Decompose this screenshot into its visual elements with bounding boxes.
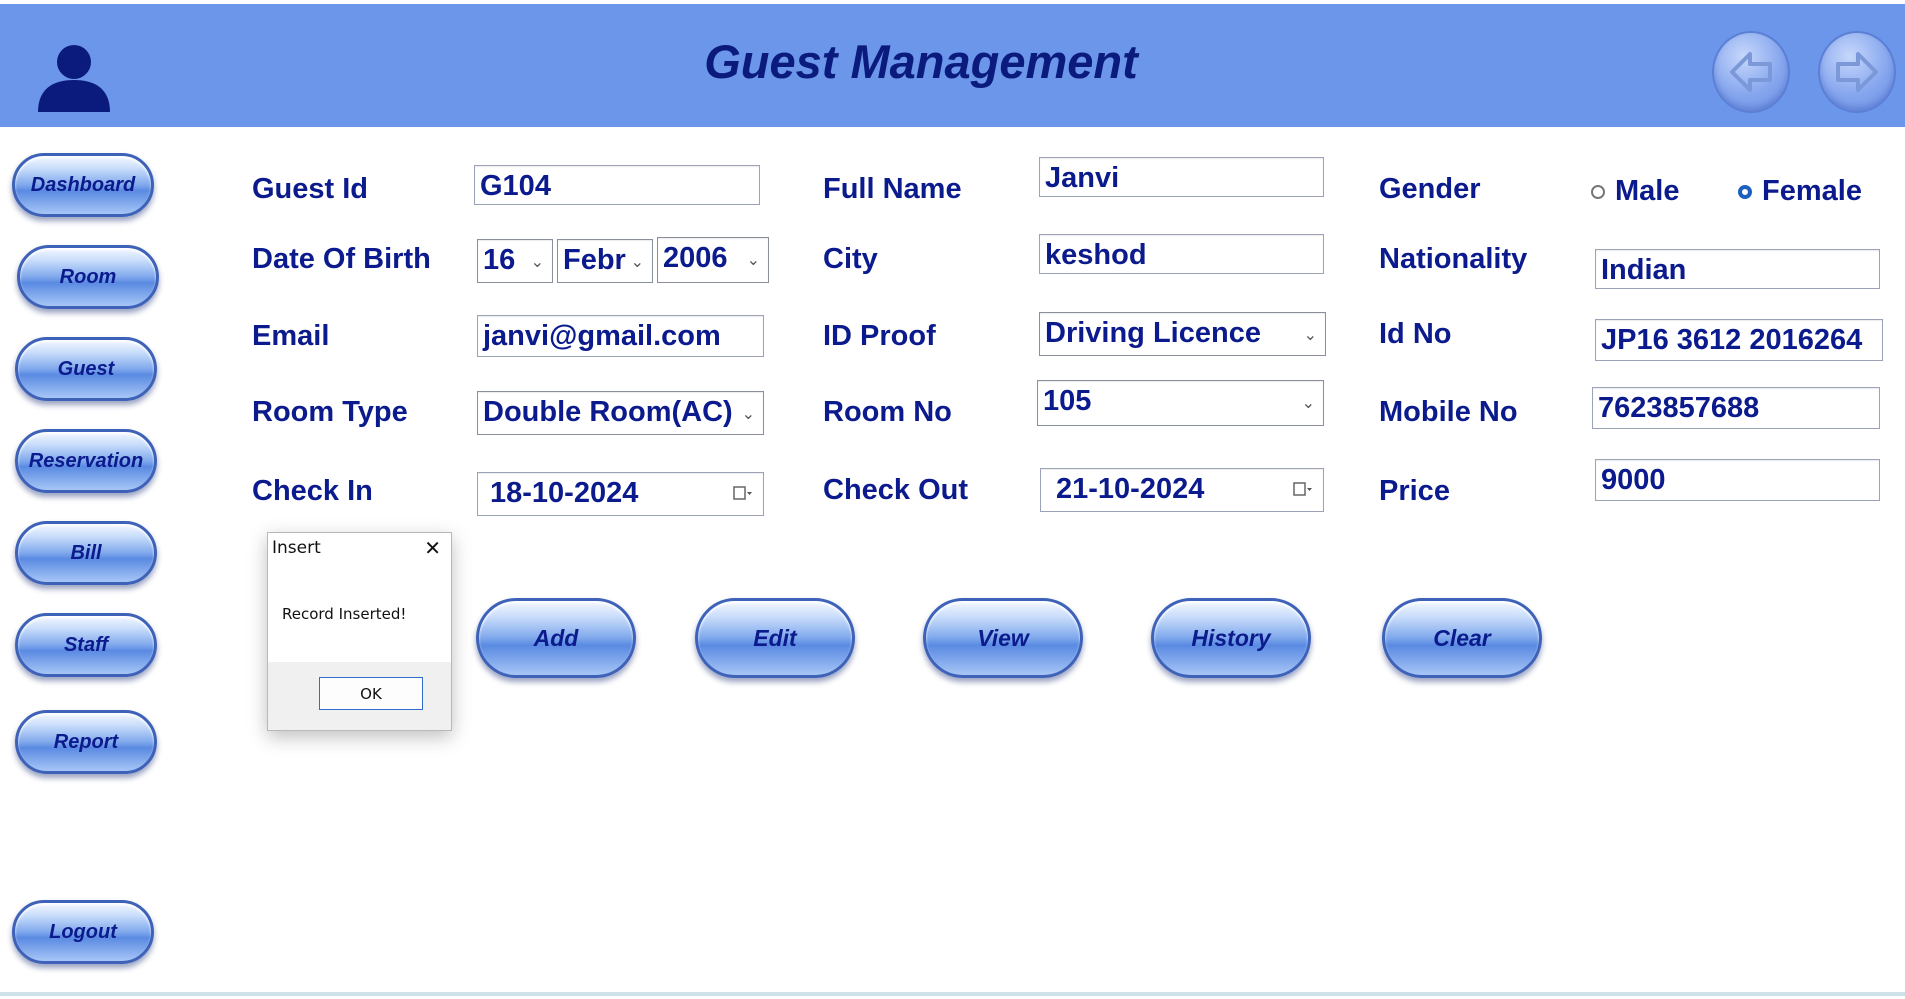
dob-month-select[interactable]: Febr ⌄ xyxy=(557,239,653,283)
nationality-input[interactable]: Indian xyxy=(1595,249,1880,289)
email-label: Email xyxy=(252,320,330,352)
price-input[interactable]: 9000 xyxy=(1595,459,1880,501)
id-no-input[interactable]: JP16 3612 2016264 xyxy=(1595,319,1883,361)
calendar-icon xyxy=(733,486,752,500)
header-bar: Guest Management xyxy=(0,4,1905,127)
room-type-select[interactable]: Double Room(AC) ⌄ xyxy=(477,391,764,435)
check-in-label: Check In xyxy=(252,475,373,507)
chevron-down-icon: ⌄ xyxy=(630,254,644,271)
sidebar-item-report[interactable]: Report xyxy=(15,710,157,774)
arrow-left-icon xyxy=(1730,52,1772,92)
chevron-down-icon: ⌄ xyxy=(1301,395,1315,412)
edit-button[interactable]: Edit xyxy=(695,598,855,678)
id-proof-select[interactable]: Driving Licence ⌄ xyxy=(1039,312,1326,356)
check-out-label: Check Out xyxy=(823,474,969,506)
check-out-date-picker[interactable]: 21-10-2024 xyxy=(1040,468,1324,512)
dob-year-select[interactable]: 2006 ⌄ xyxy=(657,237,769,283)
gender-female-radio[interactable]: Female xyxy=(1738,175,1862,208)
add-button[interactable]: Add xyxy=(476,598,636,678)
email-input[interactable]: janvi@gmail.com xyxy=(477,315,764,357)
calendar-icon xyxy=(1293,482,1312,496)
forward-button[interactable] xyxy=(1818,31,1896,113)
sidebar-item-room[interactable]: Room xyxy=(17,245,159,309)
sidebar-item-guest[interactable]: Guest xyxy=(15,337,157,401)
history-button[interactable]: History xyxy=(1151,598,1311,678)
chevron-down-icon: ⌄ xyxy=(530,254,544,271)
gender-label: Gender xyxy=(1379,173,1481,205)
chevron-down-icon: ⌄ xyxy=(1303,327,1317,344)
arrow-right-icon xyxy=(1836,52,1878,92)
sidebar-item-dashboard[interactable]: Dashboard xyxy=(12,153,154,217)
radio-unselected-icon xyxy=(1591,184,1605,199)
dob-day-select[interactable]: 16 ⌄ xyxy=(477,239,553,283)
nationality-label: Nationality xyxy=(1379,243,1528,275)
ok-button[interactable]: OK xyxy=(319,677,423,710)
clear-button[interactable]: Clear xyxy=(1382,598,1542,678)
sidebar-item-staff[interactable]: Staff xyxy=(15,613,157,677)
bottom-divider xyxy=(0,992,1905,996)
room-no-label: Room No xyxy=(823,396,952,428)
gender-male-radio[interactable]: Male xyxy=(1591,175,1679,208)
dialog-footer: OK xyxy=(268,662,451,730)
id-proof-label: ID Proof xyxy=(823,320,936,352)
back-button[interactable] xyxy=(1712,31,1790,113)
view-button[interactable]: View xyxy=(923,598,1083,678)
guest-id-input[interactable]: G104 xyxy=(474,165,760,205)
dialog-title: Insert xyxy=(272,538,321,558)
close-icon[interactable]: ✕ xyxy=(424,536,441,560)
mobile-no-label: Mobile No xyxy=(1379,396,1518,428)
radio-selected-icon xyxy=(1738,184,1752,199)
sidebar-item-reservation[interactable]: Reservation xyxy=(15,429,157,493)
id-no-label: Id No xyxy=(1379,318,1452,350)
check-in-date-picker[interactable]: 18-10-2024 xyxy=(477,472,764,516)
dialog-message: Record Inserted! xyxy=(282,605,407,623)
room-type-label: Room Type xyxy=(252,396,408,428)
mobile-no-input[interactable]: 7623857688 xyxy=(1592,387,1880,429)
logout-button[interactable]: Logout xyxy=(12,900,154,964)
full-name-input[interactable]: Janvi xyxy=(1039,157,1324,197)
city-input[interactable]: keshod xyxy=(1039,234,1324,274)
price-label: Price xyxy=(1379,475,1450,507)
city-label: City xyxy=(823,243,878,275)
sidebar-item-bill[interactable]: Bill xyxy=(15,521,157,585)
chevron-down-icon: ⌄ xyxy=(741,406,755,423)
full-name-label: Full Name xyxy=(823,173,962,205)
dob-label: Date Of Birth xyxy=(252,243,431,275)
room-no-select[interactable]: 105 ⌄ xyxy=(1037,380,1324,426)
chevron-down-icon: ⌄ xyxy=(746,252,760,269)
guest-id-label: Guest Id xyxy=(252,173,369,205)
insert-dialog: Insert ✕ Record Inserted! OK xyxy=(267,532,452,731)
page-title: Guest Management xyxy=(704,35,1138,88)
